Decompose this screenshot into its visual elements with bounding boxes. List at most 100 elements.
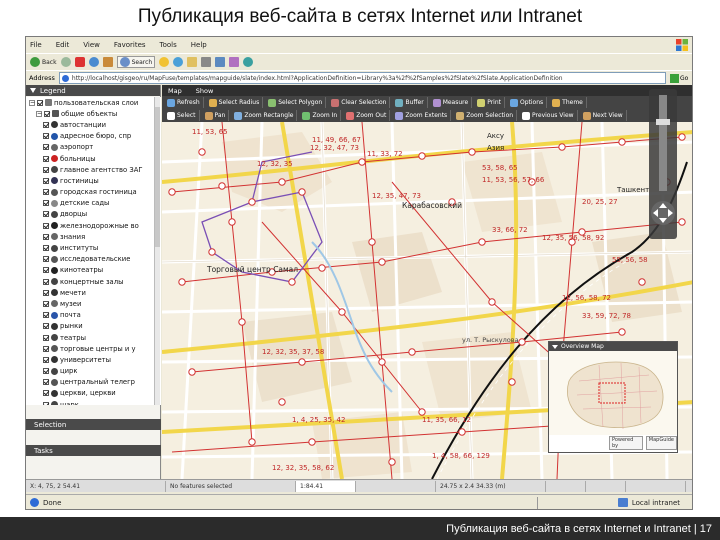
go-button[interactable]: Go	[670, 72, 692, 84]
bus-stop-marker[interactable]	[518, 338, 526, 346]
legend-checkbox[interactable]	[43, 312, 49, 319]
map-tool-toolbar2-7[interactable]: Previous View	[519, 110, 578, 121]
bus-stop-marker[interactable]	[218, 182, 226, 190]
legend-item[interactable]: детские сады	[26, 198, 161, 209]
legend-item[interactable]: театры	[26, 332, 161, 343]
legend-checkbox[interactable]	[43, 121, 49, 128]
legend-checkbox[interactable]	[43, 189, 49, 196]
legend-item[interactable]: мечети	[26, 287, 161, 298]
legend-checkbox[interactable]	[44, 110, 50, 117]
back-button[interactable]: Back	[30, 56, 57, 68]
tab-show[interactable]: Show	[196, 87, 214, 95]
legend-item[interactable]: шарк	[26, 399, 161, 405]
discuss-button[interactable]	[229, 56, 240, 68]
legend-item[interactable]: автостанции	[26, 119, 161, 130]
map-tool-toolbar2-0[interactable]: Select	[164, 110, 200, 121]
bus-stop-marker[interactable]	[418, 152, 426, 160]
legend-checkbox[interactable]	[43, 155, 49, 162]
legend-checkbox[interactable]	[43, 211, 49, 218]
zoom-slider-thumb[interactable]	[656, 119, 670, 125]
legend-item[interactable]: институты	[26, 242, 161, 253]
legend-item[interactable]: железнодорожные во	[26, 220, 161, 231]
bus-stop-marker[interactable]	[298, 358, 306, 366]
bus-stop-marker[interactable]	[678, 218, 686, 226]
legend-item[interactable]: исследовательские	[26, 254, 161, 265]
bus-stop-marker[interactable]	[278, 398, 286, 406]
legend-item[interactable]: − пользовательская слои	[26, 97, 161, 108]
bus-stop-marker[interactable]	[188, 368, 196, 376]
legend-checkbox[interactable]	[43, 300, 49, 307]
bus-stop-marker[interactable]	[678, 133, 686, 141]
bus-stop-marker[interactable]	[168, 188, 176, 196]
menu-view[interactable]: View	[83, 41, 100, 49]
map-tool-toolbar1-5[interactable]: Measure	[430, 97, 473, 108]
legend-checkbox[interactable]	[43, 379, 49, 386]
legend-checkbox[interactable]	[43, 334, 49, 341]
legend-item[interactable]: музеи	[26, 298, 161, 309]
history-button[interactable]	[173, 56, 184, 68]
bus-stop-marker[interactable]	[198, 148, 206, 156]
map-tool-toolbar2-2[interactable]: Zoom Rectangle	[231, 110, 298, 121]
legend-checkbox[interactable]	[43, 401, 49, 405]
bus-stop-marker[interactable]	[408, 348, 416, 356]
zoom-slider-track[interactable]	[659, 95, 667, 191]
print-button[interactable]	[201, 56, 212, 68]
bus-stop-marker[interactable]	[208, 248, 216, 256]
bus-stop-marker[interactable]	[368, 238, 376, 246]
legend-checkbox[interactable]	[43, 289, 49, 296]
menu-tools[interactable]: Tools	[160, 41, 177, 49]
messenger-button[interactable]	[243, 56, 254, 68]
stop-button[interactable]	[74, 56, 85, 68]
bus-stop-marker[interactable]	[178, 278, 186, 286]
home-button[interactable]	[102, 56, 113, 68]
legend-checkbox[interactable]	[43, 267, 49, 274]
legend-checkbox[interactable]	[43, 345, 49, 352]
bus-stop-marker[interactable]	[618, 138, 626, 146]
legend-item[interactable]: городская гостиница	[26, 187, 161, 198]
forward-button[interactable]	[60, 56, 71, 68]
legend-checkbox[interactable]	[43, 177, 49, 184]
map-tool-toolbar1-1[interactable]: Select Radius	[206, 97, 264, 108]
bus-stop-marker[interactable]	[248, 198, 256, 206]
edit-button[interactable]	[215, 56, 226, 68]
bus-stop-marker[interactable]	[278, 178, 286, 186]
bus-stop-marker[interactable]	[388, 458, 396, 466]
bus-stop-marker[interactable]	[638, 278, 646, 286]
legend-item[interactable]: торговые центры и у	[26, 343, 161, 354]
bus-stop-marker[interactable]	[488, 298, 496, 306]
legend-checkbox[interactable]	[43, 390, 49, 397]
legend-item[interactable]: гостиницы	[26, 175, 161, 186]
legend-checkbox[interactable]	[43, 222, 49, 229]
bus-stop-marker[interactable]	[378, 358, 386, 366]
bus-stop-marker[interactable]	[468, 148, 476, 156]
legend-item[interactable]: церкви, церкви	[26, 388, 161, 399]
mail-button[interactable]	[187, 56, 198, 68]
bus-stop-marker[interactable]	[228, 218, 236, 226]
map-tool-toolbar1-7[interactable]: Options	[507, 97, 548, 108]
legend-checkbox[interactable]	[43, 323, 49, 330]
overview-header[interactable]: Overview Map	[549, 342, 677, 351]
bus-stop-marker[interactable]	[298, 188, 306, 196]
legend-item[interactable]: центральный телегр	[26, 377, 161, 388]
map-tool-toolbar2-3[interactable]: Zoom In	[299, 110, 342, 121]
map-tool-toolbar1-4[interactable]: Buffer	[392, 97, 428, 108]
legend-item[interactable]: рынки	[26, 321, 161, 332]
search-button[interactable]: Search	[116, 56, 156, 68]
scrollbar-thumb[interactable]	[155, 107, 160, 247]
legend-checkbox[interactable]	[43, 245, 49, 252]
legend-item[interactable]: главное агентство ЗАГ	[26, 164, 161, 175]
legend-item[interactable]: дворцы	[26, 209, 161, 220]
legend-item[interactable]: почта	[26, 310, 161, 321]
refresh-button[interactable]	[88, 56, 99, 68]
legend-item[interactable]: аэропорт	[26, 142, 161, 153]
bus-stop-marker[interactable]	[338, 308, 346, 316]
legend-checkbox[interactable]	[43, 166, 49, 173]
map-tool-toolbar2-1[interactable]: Pan	[202, 110, 230, 121]
expand-toggle-icon[interactable]: −	[36, 110, 42, 117]
bus-stop-marker[interactable]	[618, 328, 626, 336]
bus-stop-marker[interactable]	[238, 318, 246, 326]
legend-checkbox[interactable]	[43, 356, 49, 363]
bus-stop-marker[interactable]	[418, 408, 426, 416]
address-input[interactable]: http://localhost/gisgeo/ru/MapFuse/templ…	[58, 72, 666, 84]
legend-checkbox[interactable]	[43, 200, 49, 207]
